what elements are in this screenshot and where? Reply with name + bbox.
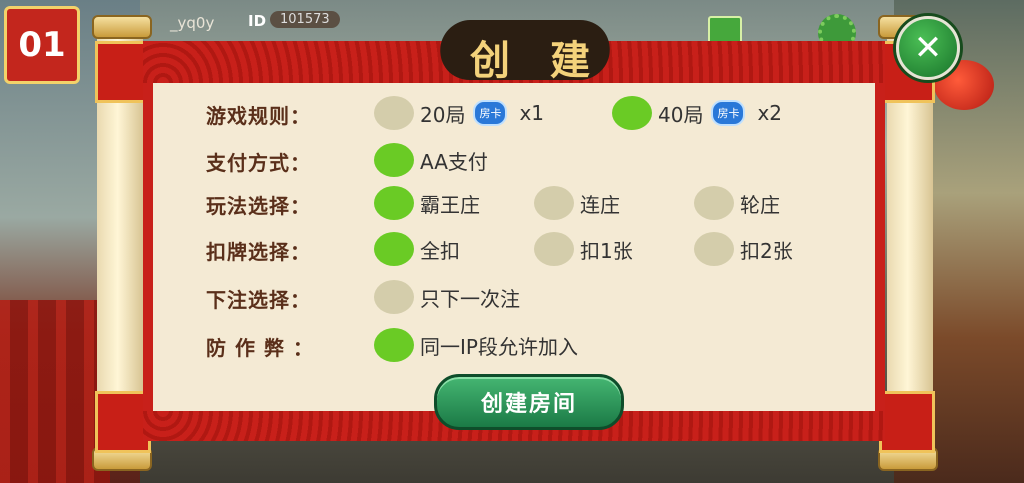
option-label: 40局 xyxy=(658,102,704,127)
room-card-cost: x1 xyxy=(519,101,545,125)
option-label: 扣1张 xyxy=(580,238,633,263)
option-item[interactable]: 全扣 xyxy=(374,232,460,266)
option-row: 支付方式： AA支付 xyxy=(206,143,846,177)
option-label: 轮庄 xyxy=(740,192,780,217)
dialog-title: 创建 xyxy=(470,37,630,84)
option-label: AA支付 xyxy=(420,149,488,174)
option-label: 扣2张 xyxy=(740,238,793,263)
option-row-label: 下注选择： xyxy=(206,288,311,312)
option-row: 下注选择： 只下一次注 xyxy=(206,280,846,314)
option-label: 霸王庄 xyxy=(420,192,480,217)
radio-selected[interactable] xyxy=(612,96,652,130)
option-row-label: 支付方式： xyxy=(206,151,311,175)
option-row: 扣牌选择： 全扣 扣1张 扣2张 xyxy=(206,232,846,266)
close-icon: ✕ xyxy=(913,28,943,68)
option-item[interactable]: 轮庄 xyxy=(694,186,780,220)
option-label: 连庄 xyxy=(580,192,620,217)
option-row-label: 扣牌选择： xyxy=(206,240,311,264)
radio-selected[interactable] xyxy=(374,186,414,220)
option-label: 只下一次注 xyxy=(420,286,520,311)
radio-unselected[interactable] xyxy=(374,96,414,130)
room-card-badge: 房卡 xyxy=(473,100,508,126)
option-row: 游戏规则： 20局 房卡 x1 40局 房卡 x2 xyxy=(206,96,846,130)
radio-selected[interactable] xyxy=(374,143,414,177)
option-row: 防 作 弊 ： 同一IP段允许加入 xyxy=(206,328,846,362)
option-item[interactable]: 只下一次注 xyxy=(374,280,520,314)
radio-unselected[interactable] xyxy=(374,280,414,314)
option-item[interactable]: 扣1张 xyxy=(534,232,633,266)
room-card-badge: 房卡 xyxy=(711,100,746,126)
game-logo: 01 xyxy=(4,6,80,84)
option-row-label: 游戏规则： xyxy=(206,104,311,128)
option-label: 全扣 xyxy=(420,238,460,263)
option-label: 20局 xyxy=(420,102,466,127)
option-item[interactable]: 20局 房卡 x1 xyxy=(374,96,544,130)
option-item[interactable]: AA支付 xyxy=(374,143,488,177)
option-row-label: 玩法选择： xyxy=(206,194,311,218)
radio-unselected[interactable] xyxy=(694,186,734,220)
rod-cap xyxy=(92,15,152,39)
option-item[interactable]: 扣2张 xyxy=(694,232,793,266)
option-row-label: 防 作 弊 ： xyxy=(206,336,314,360)
option-label: 同一IP段允许加入 xyxy=(420,334,578,359)
close-button[interactable]: ✕ xyxy=(896,16,960,80)
radio-selected[interactable] xyxy=(374,328,414,362)
radio-unselected[interactable] xyxy=(694,232,734,266)
dialog-title-banner: 创建 xyxy=(410,14,630,84)
create-room-button[interactable]: 创建房间 xyxy=(434,374,624,430)
room-card-cost: x2 xyxy=(757,101,783,125)
option-row: 玩法选择： 霸王庄 连庄 轮庄 xyxy=(206,186,846,220)
radio-unselected[interactable] xyxy=(534,232,574,266)
radio-unselected[interactable] xyxy=(534,186,574,220)
option-item[interactable]: 40局 房卡 x2 xyxy=(612,96,782,130)
option-item[interactable]: 同一IP段允许加入 xyxy=(374,328,578,362)
rod-band xyxy=(879,391,935,453)
radio-selected[interactable] xyxy=(374,232,414,266)
option-item[interactable]: 霸王庄 xyxy=(374,186,480,220)
option-item[interactable]: 连庄 xyxy=(534,186,620,220)
